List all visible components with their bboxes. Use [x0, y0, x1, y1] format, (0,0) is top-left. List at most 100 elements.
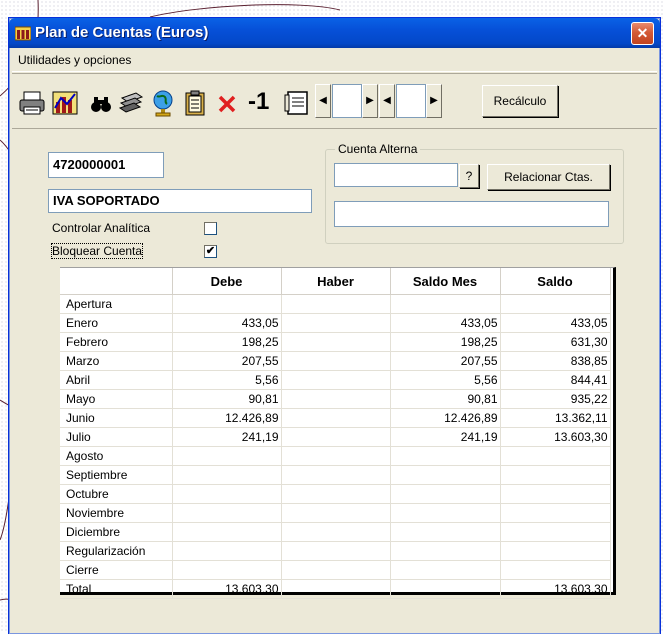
table-cell[interactable]: [390, 484, 501, 504]
table-cell[interactable]: 13.603,30: [500, 427, 611, 447]
table-cell[interactable]: 5,56: [390, 370, 501, 390]
table-cell[interactable]: 838,85: [500, 351, 611, 371]
table-cell[interactable]: [281, 560, 391, 580]
table-cell[interactable]: [281, 408, 391, 428]
table-cell[interactable]: [172, 465, 282, 485]
table-row[interactable]: Julio 241,19 241,19 13.603,30: [60, 427, 611, 447]
printer-icon[interactable]: [17, 88, 47, 118]
table-row[interactable]: Marzo 207,55 207,55 838,85: [60, 351, 611, 371]
table-cell[interactable]: [281, 427, 391, 447]
table-cell[interactable]: [390, 560, 501, 580]
table-cell[interactable]: [281, 446, 391, 466]
table-cell[interactable]: [172, 522, 282, 542]
table-row[interactable]: Total 13.603,30 13.603,30: [60, 579, 611, 599]
table-cell[interactable]: [500, 446, 611, 466]
table-cell[interactable]: [172, 560, 282, 580]
table-cell[interactable]: [281, 389, 391, 409]
table-cell[interactable]: [281, 541, 391, 561]
table-row[interactable]: Febrero 198,25 198,25 631,30: [60, 332, 611, 352]
table-row[interactable]: Junio 12.426,89 12.426,89 13.362,11: [60, 408, 611, 428]
table-cell[interactable]: 13.603,30: [500, 579, 611, 599]
table-cell[interactable]: 13.603,30: [172, 579, 282, 599]
table-row[interactable]: Enero 433,05 433,05 433,05: [60, 313, 611, 333]
table-cell[interactable]: [500, 522, 611, 542]
table-row[interactable]: Noviembre: [60, 503, 611, 523]
table-cell[interactable]: [500, 503, 611, 523]
account-name-field[interactable]: IVA SOPORTADO: [48, 189, 312, 213]
cuenta-alterna-desc-field[interactable]: [334, 201, 609, 227]
table-cell[interactable]: [172, 541, 282, 561]
chart-icon[interactable]: [50, 88, 80, 118]
prev-right-button[interactable]: ◀: [379, 84, 395, 118]
clipboard-icon[interactable]: [180, 88, 210, 118]
table-cell[interactable]: 198,25: [172, 332, 282, 352]
table-cell[interactable]: 433,05: [500, 313, 611, 333]
table-cell[interactable]: [500, 484, 611, 504]
recalculo-button[interactable]: Recálculo: [482, 85, 558, 117]
table-cell[interactable]: [281, 370, 391, 390]
table-cell[interactable]: [281, 579, 391, 599]
table-cell[interactable]: [390, 522, 501, 542]
next-left-button[interactable]: ▶: [362, 84, 378, 118]
stack-icon[interactable]: [116, 88, 146, 118]
table-cell[interactable]: 844,41: [500, 370, 611, 390]
table-cell[interactable]: [390, 294, 501, 314]
menu-utilidades[interactable]: Utilidades y opciones: [18, 53, 131, 67]
table-cell[interactable]: [281, 484, 391, 504]
table-row[interactable]: Abril 5,56 5,56 844,41: [60, 370, 611, 390]
table-row[interactable]: Apertura: [60, 294, 611, 314]
table-row[interactable]: Diciembre: [60, 522, 611, 542]
table-cell[interactable]: 198,25: [390, 332, 501, 352]
relacionar-ctas-button[interactable]: Relacionar Ctas.: [487, 164, 610, 190]
period-from-field[interactable]: [332, 84, 362, 118]
table-cell[interactable]: [281, 313, 391, 333]
table-cell[interactable]: [500, 560, 611, 580]
next-right-button[interactable]: ▶: [426, 84, 442, 118]
bloquear-cuenta-checkbox[interactable]: ✔: [204, 245, 217, 258]
table-cell[interactable]: 433,05: [172, 313, 282, 333]
table-cell[interactable]: [281, 351, 391, 371]
title-bar[interactable]: Plan de Cuentas (Euros) ✕: [9, 18, 660, 48]
table-row[interactable]: Septiembre: [60, 465, 611, 485]
table-row[interactable]: Mayo 90,81 90,81 935,22: [60, 389, 611, 409]
table-cell[interactable]: [500, 465, 611, 485]
table-row[interactable]: Octubre: [60, 484, 611, 504]
table-cell[interactable]: [172, 484, 282, 504]
table-row[interactable]: Agosto: [60, 446, 611, 466]
table-cell[interactable]: [281, 332, 391, 352]
table-cell[interactable]: [172, 294, 282, 314]
table-cell[interactable]: [390, 541, 501, 561]
delete-icon[interactable]: [212, 88, 242, 118]
table-cell[interactable]: [281, 294, 391, 314]
table-cell[interactable]: [390, 465, 501, 485]
table-row[interactable]: Regularización: [60, 541, 611, 561]
prev-left-button[interactable]: ◀: [315, 84, 331, 118]
help-button[interactable]: ?: [459, 164, 479, 188]
table-cell[interactable]: [500, 294, 611, 314]
table-cell[interactable]: 935,22: [500, 389, 611, 409]
table-row[interactable]: Cierre: [60, 560, 611, 580]
table-cell[interactable]: 207,55: [172, 351, 282, 371]
table-cell[interactable]: 90,81: [390, 389, 501, 409]
table-cell[interactable]: 5,56: [172, 370, 282, 390]
table-cell[interactable]: 631,30: [500, 332, 611, 352]
table-cell[interactable]: [281, 503, 391, 523]
globe-icon[interactable]: [148, 88, 178, 118]
binoculars-icon[interactable]: [86, 88, 116, 118]
table-cell[interactable]: [281, 522, 391, 542]
account-code-field[interactable]: 4720000001: [48, 152, 164, 178]
table-cell[interactable]: 12.426,89: [390, 408, 501, 428]
table-cell[interactable]: [390, 579, 501, 599]
minus-one-button[interactable]: -1: [248, 88, 269, 116]
table-cell[interactable]: 12.426,89: [172, 408, 282, 428]
period-to-field[interactable]: [396, 84, 426, 118]
table-cell[interactable]: [172, 503, 282, 523]
table-cell[interactable]: [281, 465, 391, 485]
table-cell[interactable]: 13.362,11: [500, 408, 611, 428]
table-cell[interactable]: 207,55: [390, 351, 501, 371]
table-cell[interactable]: 433,05: [390, 313, 501, 333]
table-cell[interactable]: [172, 446, 282, 466]
controlar-analitica-checkbox[interactable]: [204, 222, 217, 235]
close-button[interactable]: ✕: [631, 22, 654, 45]
table-cell[interactable]: [390, 503, 501, 523]
